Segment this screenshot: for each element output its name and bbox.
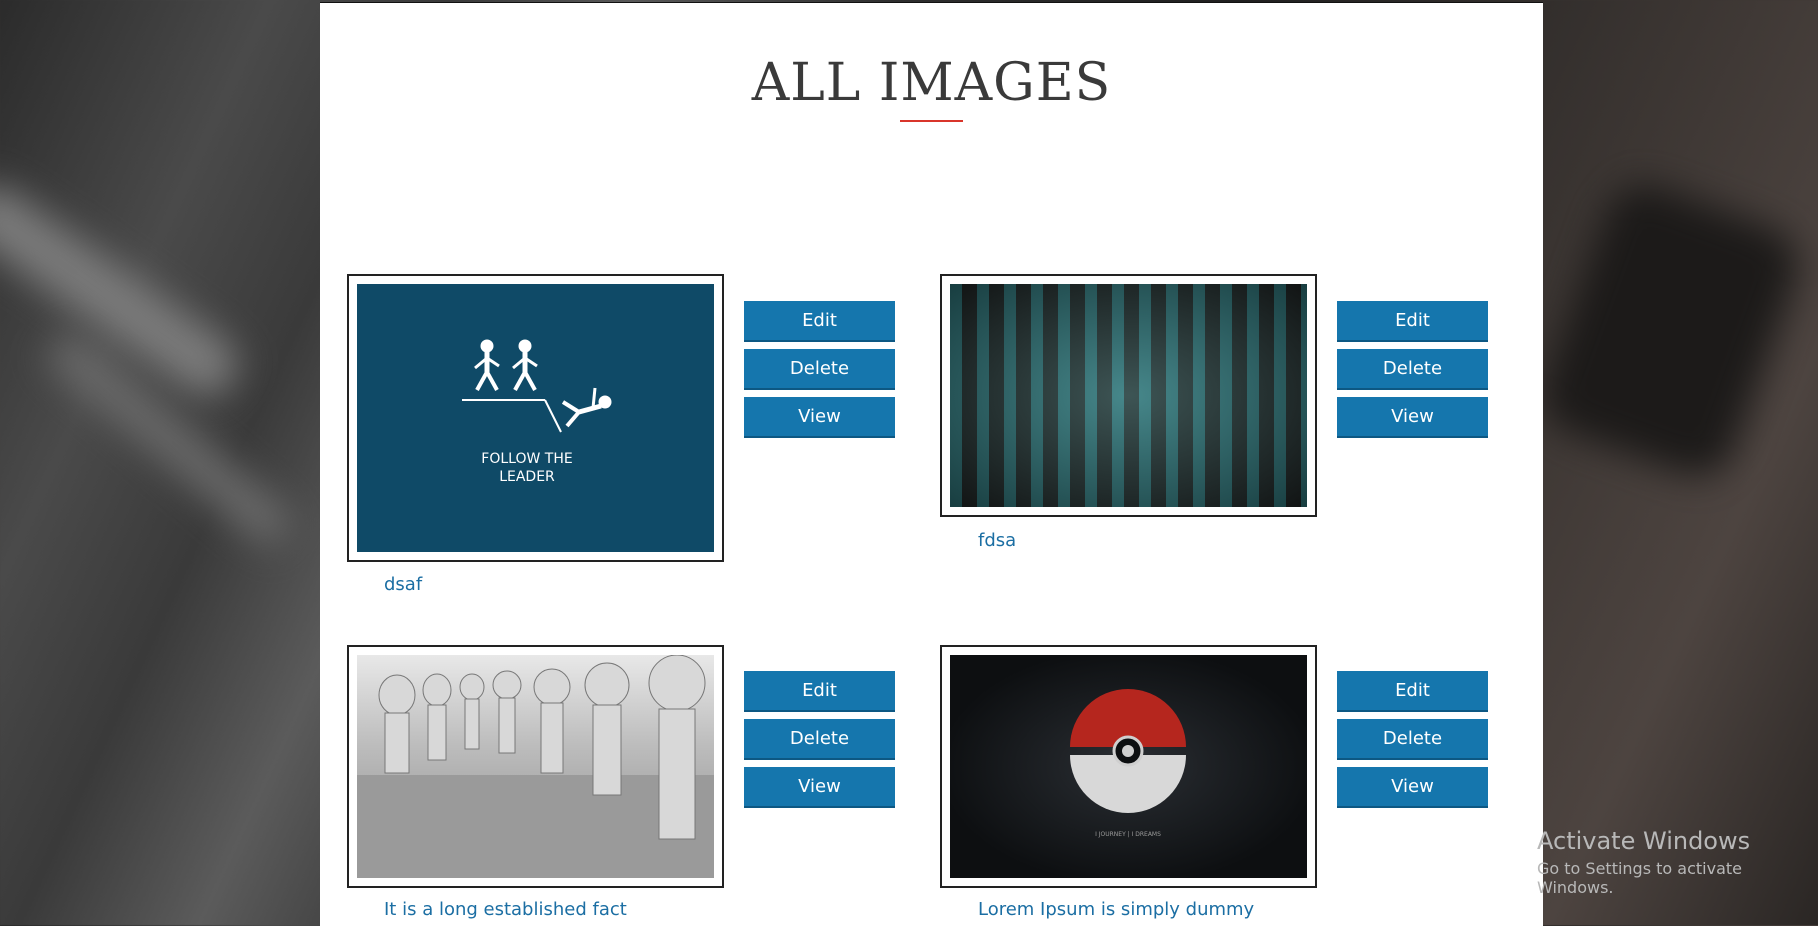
- image-art-text: LEADER: [499, 469, 555, 485]
- view-button[interactable]: View: [744, 397, 895, 438]
- edit-button[interactable]: Edit: [744, 301, 895, 342]
- watermark-subtitle: Go to Settings to activate Windows.: [1537, 859, 1742, 897]
- delete-button[interactable]: Delete: [744, 349, 895, 390]
- image-card-4[interactable]: I JOURNEY | I DREAMS: [940, 645, 1317, 888]
- image-caption[interactable]: fdsa: [978, 530, 1016, 551]
- activate-windows-watermark: Activate Windows Go to Settings to activ…: [1537, 827, 1818, 897]
- image-caption[interactable]: It is a long established fact: [384, 899, 627, 920]
- view-button[interactable]: View: [1337, 767, 1488, 808]
- image-caption[interactable]: Lorem Ipsum is simply dummy: [978, 899, 1254, 920]
- follow-the-leader-image: FOLLOW THE LEADER: [462, 339, 612, 485]
- view-button[interactable]: View: [744, 767, 895, 808]
- delete-button[interactable]: Delete: [1337, 349, 1488, 390]
- title-underline: [900, 120, 963, 122]
- pokeball-image: I JOURNEY | I DREAMS: [1070, 689, 1186, 838]
- page-title: ALL IMAGES: [751, 53, 1112, 113]
- watermark-title: Activate Windows: [1537, 827, 1751, 855]
- edit-button[interactable]: Edit: [1337, 671, 1488, 712]
- edit-button[interactable]: Edit: [1337, 301, 1488, 342]
- view-button[interactable]: View: [1337, 397, 1488, 438]
- delete-button[interactable]: Delete: [1337, 719, 1488, 760]
- image-card-2[interactable]: [940, 274, 1317, 517]
- background-streak: [0, 173, 249, 407]
- image-art-text: I JOURNEY | I DREAMS: [1095, 831, 1161, 838]
- image-card-3[interactable]: [347, 645, 724, 888]
- image-caption[interactable]: dsaf: [384, 574, 422, 595]
- gallery-panel: ALL IMAGES FOLLOW THE LEADER Edit Delete…: [320, 2, 1543, 926]
- chess-pieces-image: [357, 655, 714, 878]
- delete-button[interactable]: Delete: [744, 719, 895, 760]
- image-art-text: FOLLOW THE: [481, 451, 572, 467]
- striped-texture-image: [950, 284, 1307, 507]
- background-streak: [1531, 173, 1809, 487]
- image-card-1[interactable]: FOLLOW THE LEADER: [347, 274, 724, 562]
- edit-button[interactable]: Edit: [744, 671, 895, 712]
